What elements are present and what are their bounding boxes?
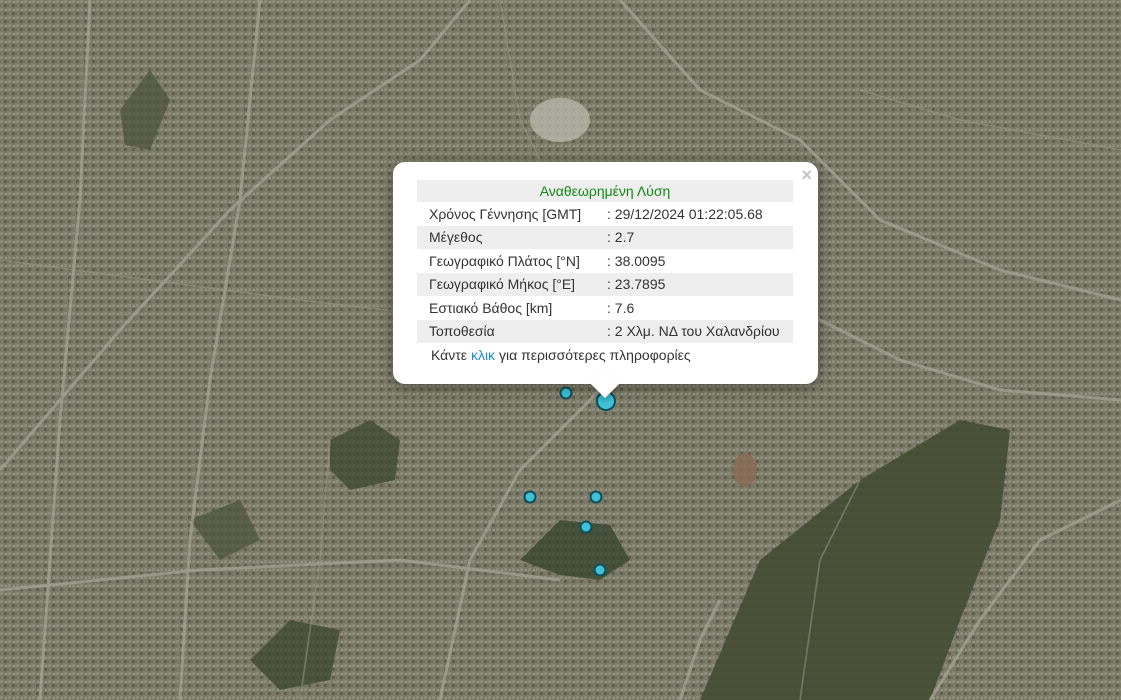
table-row: Μέγεθος : 2.7: [417, 225, 793, 249]
row-value-latitude: : 38.0095: [607, 252, 666, 269]
more-info-line: Κάντε κλικ για περισσότερες πληροφορίες: [417, 343, 793, 367]
more-info-link[interactable]: κλικ: [471, 347, 495, 363]
earthquake-info-popup: × Αναθεωρημένη Λύση Χρόνος Γέννησης [GMT…: [393, 162, 818, 399]
row-label-depth: Εστιακό Βάθος [km]: [429, 299, 553, 316]
row-value-origin-time: : 29/12/2024 01:22:05.68: [607, 205, 763, 222]
earthquake-marker[interactable]: [559, 386, 573, 400]
row-value-longitude: : 23.7895: [607, 272, 793, 296]
row-value-location: : 2 Χλμ. ΝΔ του Χαλανδρίου: [607, 319, 793, 343]
earthquake-marker[interactable]: [523, 490, 537, 504]
popup-title: Αναθεωρημένη Λύση: [417, 180, 793, 202]
row-value-depth: : 7.6: [607, 299, 635, 316]
earthquake-marker[interactable]: [579, 520, 593, 534]
popup-content: Αναθεωρημένη Λύση Χρόνος Γέννησης [GMT] …: [417, 180, 793, 367]
more-info-prefix: Κάντε: [431, 347, 468, 363]
table-row: Γεωγραφικό Μήκος [°E] : 23.7895: [417, 272, 793, 296]
close-icon[interactable]: ×: [801, 166, 812, 184]
event-details-table: Χρόνος Γέννησης [GMT] : 29/12/2024 01:22…: [417, 202, 793, 343]
earthquake-marker[interactable]: [593, 563, 607, 577]
table-row: Εστιακό Βάθος [km] : 7.6: [417, 296, 793, 320]
row-label-latitude: Γεωγραφικό Πλάτος [°N]: [429, 252, 580, 269]
table-row: Γεωγραφικό Πλάτος [°N] : 38.0095: [417, 249, 793, 273]
row-label-longitude: Γεωγραφικό Μήκος [°E]: [417, 272, 607, 296]
row-label-origin-time: Χρόνος Γέννησης [GMT]: [429, 205, 582, 222]
more-info-suffix: για περισσότερες πληροφορίες: [498, 347, 691, 363]
earthquake-marker[interactable]: [589, 490, 603, 504]
row-value-magnitude: : 2.7: [607, 225, 793, 249]
row-label-magnitude: Μέγεθος: [417, 225, 607, 249]
row-label-location: Τοποθεσία: [417, 319, 607, 343]
table-row: Χρόνος Γέννησης [GMT] : 29/12/2024 01:22…: [417, 202, 793, 226]
table-row: Τοποθεσία : 2 Χλμ. ΝΔ του Χαλανδρίου: [417, 319, 793, 343]
